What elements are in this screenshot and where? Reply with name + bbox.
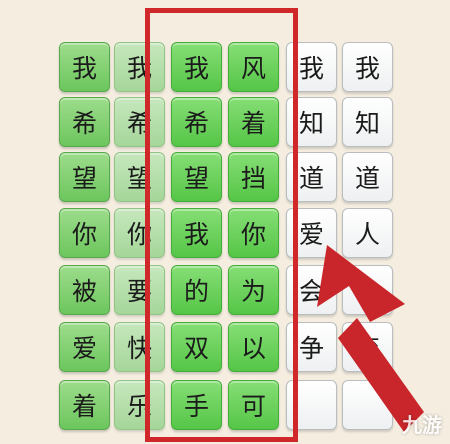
tile-c1-r1[interactable]: 我 [59,42,110,92]
tile-c6-r1[interactable]: 我 [342,42,393,92]
tile-c6-r3[interactable]: 道 [342,152,393,202]
watermark-logo: 九游 [402,413,442,437]
tile-c1-r3[interactable]: 望 [59,152,110,202]
tile-c1-r7[interactable]: 着 [59,380,110,430]
tile-c6-r6[interactable]: 变 [342,322,393,372]
tile-c6-r4[interactable]: 人 [342,208,393,258]
tile-c6-r5[interactable]: 会 [342,265,393,315]
tile-c6-r7[interactable] [342,380,393,430]
tile-c1-r2[interactable]: 希 [59,97,110,147]
tile-c6-r2[interactable]: 知 [342,97,393,147]
tile-c1-r5[interactable]: 被 [59,265,110,315]
tile-c1-r4[interactable]: 你 [59,208,110,258]
tile-c1-r6[interactable]: 爱 [59,322,110,372]
highlight-box [145,8,298,442]
